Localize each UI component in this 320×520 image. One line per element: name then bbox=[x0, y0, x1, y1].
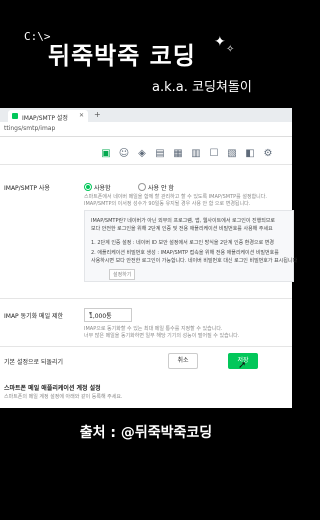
radio-use-label: 사용함 bbox=[94, 185, 111, 192]
radio-use[interactable] bbox=[84, 183, 92, 191]
info-line: IMAP/SMTP란? 네이버가 아닌 외부의 프로그램, 앱, 웹사이트에서 … bbox=[91, 218, 276, 224]
radio-not-use-label: 사용 안 함 bbox=[148, 185, 174, 192]
calendar-icon[interactable]: ▦ bbox=[172, 148, 184, 160]
contact-icon[interactable]: ☺ bbox=[118, 148, 130, 160]
imap-description-1: 스마트폰에서 네이버 메일을 함께 할 관리하고 할 수 있도록 IMAP/SM… bbox=[84, 194, 267, 200]
divider bbox=[0, 298, 292, 299]
tag-icon[interactable]: ◧ bbox=[244, 148, 256, 160]
sync-note-1: IMAP으로 동기화할 수 있는 최대 메일 통수를 지정할 수 있습니다. bbox=[84, 326, 223, 332]
cancel-button[interactable]: 취소 bbox=[168, 353, 198, 369]
source-credit: 출처 : @뒤죽박죽코딩 bbox=[79, 425, 213, 441]
imap-description-2: IMAP/SMTP의 이서정 성수가 90일동 유지될 경우 사용 안 함 으로… bbox=[84, 201, 251, 207]
reset-defaults-link[interactable]: 기본 설정으로 되돌리기 bbox=[4, 357, 63, 366]
mouse-cursor-icon: ➚ bbox=[238, 360, 247, 371]
banner: C:\> 뒤죽박죽 코딩 ✦ ✧ a.k.a. 코딩쳐돌이 bbox=[0, 0, 292, 108]
url-text: ttings/smtp/imap bbox=[4, 125, 56, 132]
settings-toolbar: ▣ ☺ ◈ ▤ ▦ ▥ ☐ ▧ ◧ ⚙ bbox=[0, 146, 292, 165]
close-icon[interactable]: ✕ bbox=[79, 112, 84, 119]
keyboard-icon[interactable]: ▤ bbox=[154, 148, 166, 160]
tab-bar: IMAP/SMTP 설정 ✕ + bbox=[0, 108, 292, 122]
info-line: 사용하시면 보다 안전한 로그인이 가능합니다. 네이버 비밀번호 대신 로그인… bbox=[91, 258, 298, 264]
info-line: 보다 안전한 로그인을 위해 2단계 인증 및 전용 애플리케이션 비밀번호를 … bbox=[91, 226, 273, 232]
settings-icon[interactable]: ⚙ bbox=[262, 148, 274, 160]
shield-icon[interactable]: ◈ bbox=[136, 148, 148, 160]
smartphone-section-note: 스마트폰의 메일 계정 설정에 아래와 같이 등록해 주세요. bbox=[4, 394, 123, 400]
imap-smtp-label: IMAP/SMTP 사용 bbox=[4, 185, 50, 192]
radio-not-use[interactable] bbox=[138, 183, 146, 191]
tab-title: IMAP/SMTP 설정 bbox=[22, 115, 68, 122]
mail-settings-icon[interactable]: ▣ bbox=[100, 148, 112, 160]
save-icon[interactable]: ▥ bbox=[190, 148, 202, 160]
info-line: 2. 애플리케이션 비밀번호 생성 : IMAP/SMTP 접속을 위해 전용 … bbox=[91, 250, 279, 256]
sync-limit-select[interactable]: 1,000통 ▾ bbox=[84, 308, 132, 322]
chevron-down-icon: ▾ bbox=[89, 310, 93, 317]
setup-link-button[interactable]: 설정하기 bbox=[109, 269, 136, 280]
smartphone-section-title: 스마트폰 메일 애플리케이션 계정 설정 bbox=[4, 385, 101, 392]
sparkle-icon: ✦ bbox=[214, 34, 226, 50]
browser-tab[interactable]: IMAP/SMTP 설정 ✕ bbox=[8, 110, 88, 122]
cd-tag: C:\> bbox=[24, 30, 51, 43]
filter-icon[interactable]: ▧ bbox=[226, 148, 238, 160]
address-bar[interactable]: ttings/smtp/imap bbox=[0, 122, 292, 137]
channel-subtitle: a.k.a. 코딩쳐돌이 bbox=[152, 80, 252, 95]
naver-mail-icon bbox=[12, 113, 18, 119]
channel-title: 뒤죽박죽 코딩 bbox=[48, 42, 196, 70]
sparkle-icon: ✧ bbox=[226, 44, 235, 55]
sync-note-2: 너무 많은 메일을 동기화하면 일부 해당 기기의 성능이 떨어질 수 있습니다… bbox=[84, 333, 240, 339]
security-info-box: IMAP/SMTP란? 네이버가 아닌 외부의 프로그램, 앱, 웹사이트에서 … bbox=[84, 210, 298, 282]
divider bbox=[0, 346, 292, 347]
sync-limit-label: IMAP 동기화 메일 제한 bbox=[4, 313, 64, 320]
info-line: 1. 2단계 인증 설정 : 네이버 ID 보안 설정에서 로그인 방식을 2단… bbox=[91, 240, 274, 246]
new-tab-button[interactable]: + bbox=[94, 110, 101, 119]
inbox-icon[interactable]: ☐ bbox=[208, 148, 220, 160]
